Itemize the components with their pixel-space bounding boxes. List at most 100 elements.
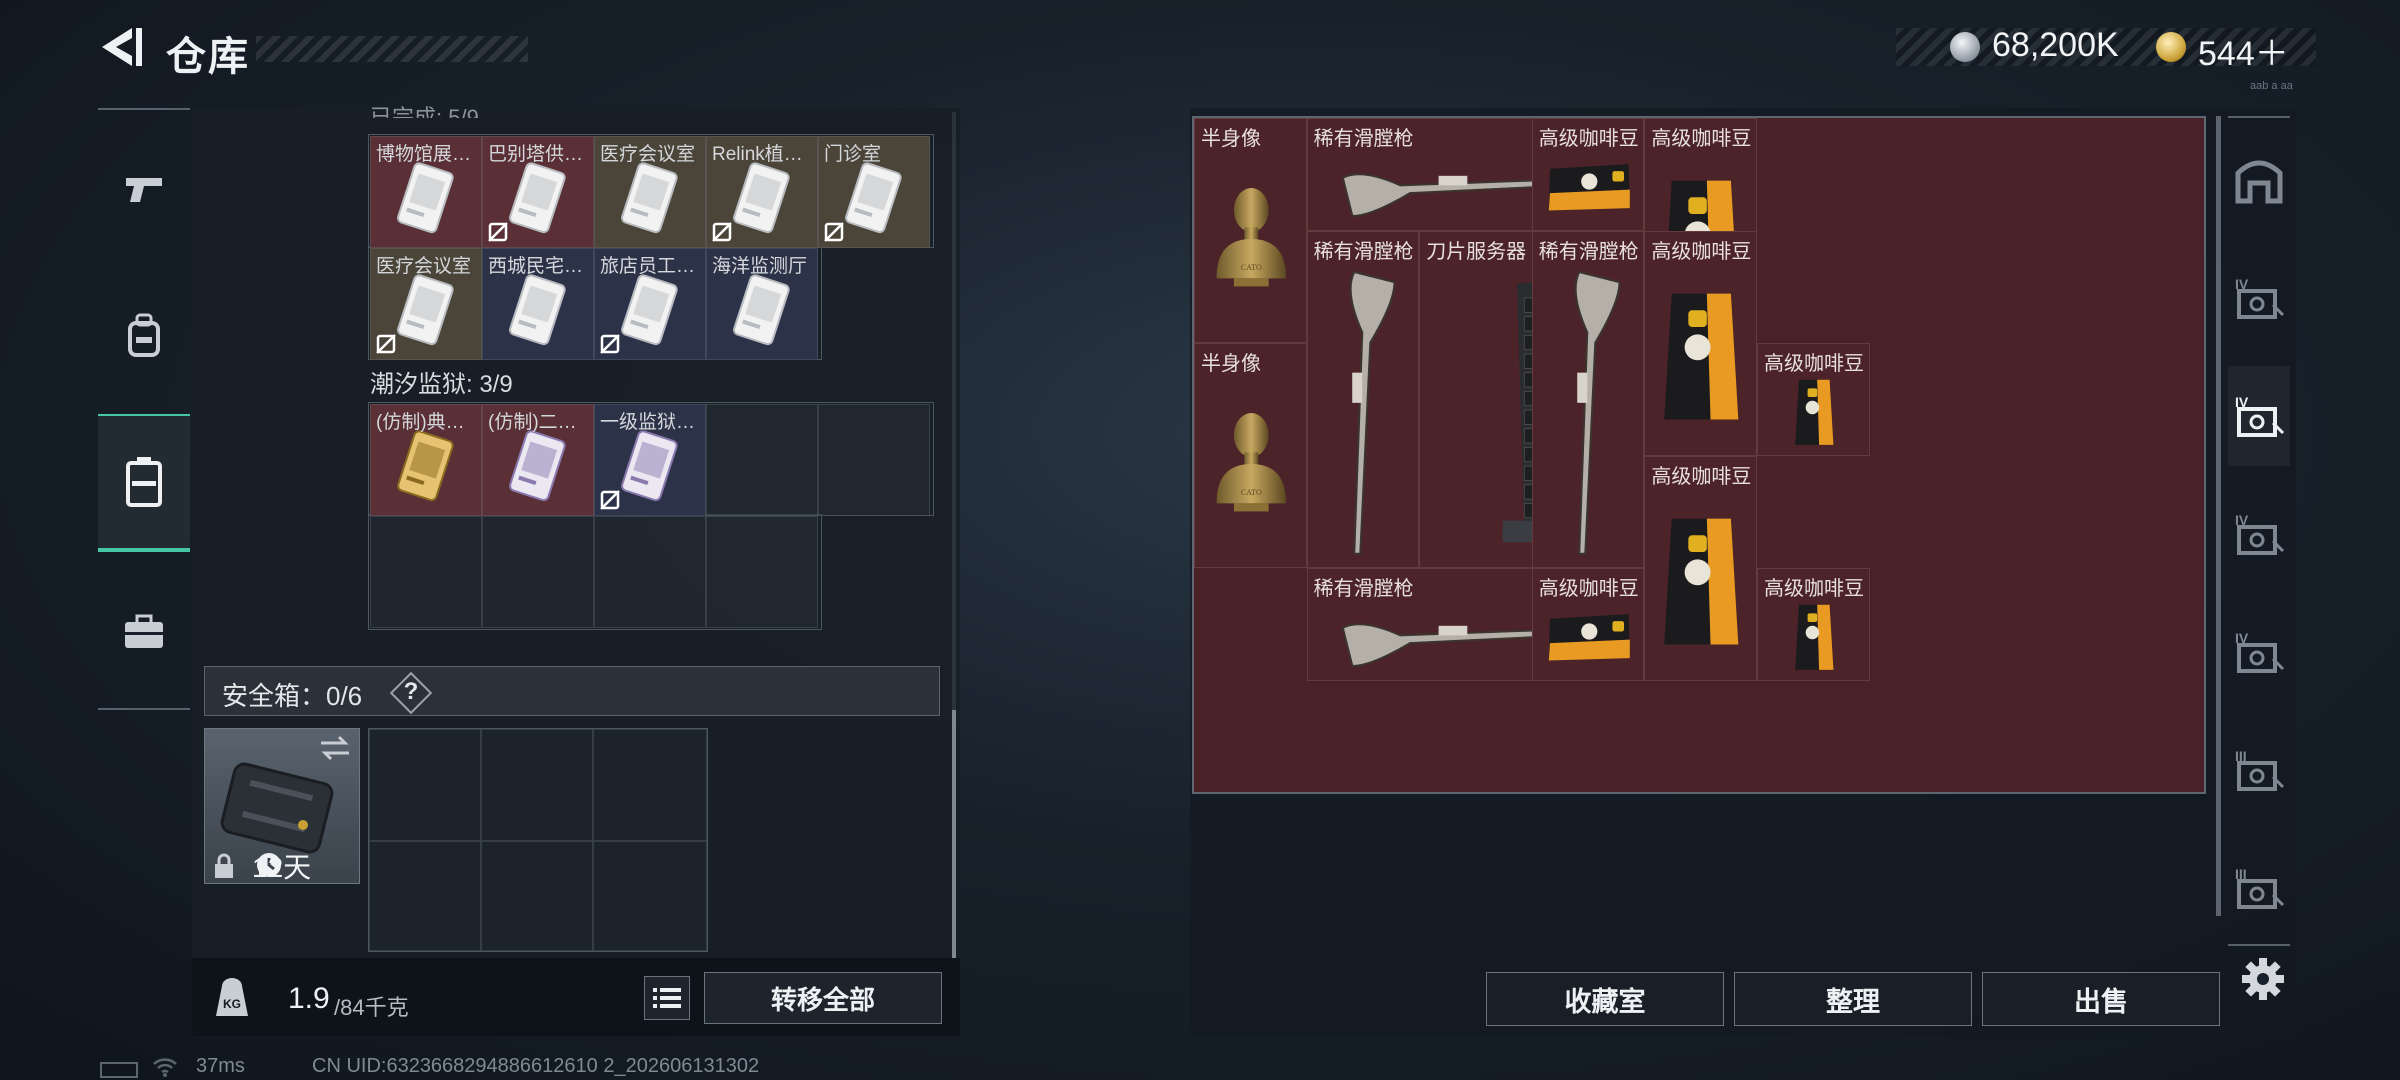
coffee-bag-icon <box>1548 614 1630 661</box>
keycard-icon <box>509 162 566 234</box>
tab-divider-bottom <box>2228 944 2290 946</box>
bust-statue-icon: CATO <box>1216 413 1287 512</box>
stash-item-coffee-v[interactable]: 高级咖啡豆 <box>1644 455 1757 681</box>
key-card-slot[interactable]: (仿制)典… <box>370 404 482 516</box>
stash-item-bust[interactable]: 半身像 CATO <box>1194 118 1307 344</box>
key-card-label: 一级监狱… <box>600 412 696 433</box>
collection-room-button[interactable]: 收藏室 <box>1486 972 1724 1026</box>
coffee-bag-icon <box>1548 164 1630 211</box>
weight-kg-icon: KG <box>216 978 248 1016</box>
safebox-slots <box>368 728 708 952</box>
key-card-slot[interactable]: 旅店员工… <box>594 248 706 360</box>
tier3-tab-b[interactable]: III <box>2228 838 2290 938</box>
stash-item-label: 稀有滑膛枪 <box>1313 240 1414 263</box>
stash-item-label: 稀有滑膛枪 <box>1538 240 1639 263</box>
gold-coin-icon <box>2156 32 2186 62</box>
safebox-slot[interactable] <box>481 841 593 951</box>
stash-item-coffee-v[interactable]: 高级咖啡豆 <box>1757 343 1870 456</box>
stash-item-label: 高级咖啡豆 <box>1538 578 1639 601</box>
backpack-icon <box>128 313 160 357</box>
help-icon[interactable]: ? <box>403 678 419 706</box>
safebox-slot[interactable] <box>369 841 481 951</box>
briefcase-icon <box>125 614 163 648</box>
list-view-button[interactable] <box>644 976 690 1020</box>
transfer-icon <box>321 735 349 761</box>
stash-item-label: 稀有滑膛枪 <box>1313 128 1414 150</box>
ping-text: 37ms <box>196 1055 245 1077</box>
weight-value: 1.9 <box>288 982 330 1015</box>
stash-item-label: 稀有滑膛枪 <box>1313 578 1414 601</box>
key-card-label: (仿制)二… <box>488 412 577 433</box>
key-card-slot[interactable]: 巴别塔供… <box>482 136 594 248</box>
safebox-slot[interactable] <box>481 729 593 841</box>
back-button[interactable] <box>96 22 146 72</box>
settings-button[interactable] <box>2238 954 2288 1004</box>
nav-gear-tab[interactable] <box>98 276 190 396</box>
key-card-label: 门诊室 <box>824 144 882 165</box>
nav-briefcase-tab[interactable] <box>98 572 190 692</box>
safebox-slot[interactable] <box>369 729 481 841</box>
stash-item-label: 半身像 <box>1201 128 1261 150</box>
tab-divider-top <box>2228 116 2290 118</box>
key-card-slot[interactable]: 海洋监测厅 <box>706 248 818 360</box>
nav-warehouse-tab[interactable] <box>98 414 190 552</box>
gold-amount[interactable]: 544＋ <box>2198 26 2289 75</box>
empty-slot[interactable] <box>370 516 482 628</box>
tier4-tab-a[interactable]: IV <box>2228 248 2290 348</box>
sell-button[interactable]: 出售 <box>1982 972 2220 1026</box>
coffee-bag-icon <box>1795 605 1834 671</box>
empty-slot[interactable] <box>482 516 594 628</box>
key-card-slot[interactable]: 门诊室 <box>818 136 930 248</box>
stash-item-label: 高级咖啡豆 <box>1651 465 1752 488</box>
safebox-slot[interactable] <box>593 841 707 951</box>
title-decoration <box>256 36 528 62</box>
key-card-slot[interactable]: 西城民宅… <box>482 248 594 360</box>
transfer-all-button[interactable]: 转移全部 <box>704 972 942 1024</box>
key-card-label: 西城民宅… <box>488 256 584 277</box>
empty-slot[interactable] <box>706 516 818 628</box>
nav-weapons-tab[interactable] <box>98 130 190 250</box>
empty-slot[interactable] <box>818 404 930 516</box>
bust-statue-icon: CATO <box>1216 188 1287 287</box>
key-card-slot[interactable]: 一级监狱… <box>594 404 706 516</box>
tier3-tab-a[interactable]: III <box>2228 720 2290 820</box>
key-card-slot[interactable]: 医疗会议室 <box>370 248 482 360</box>
key-card-slot[interactable]: Relink植… <box>706 136 818 248</box>
stash-item-bust[interactable]: 半身像 CATO <box>1194 343 1307 569</box>
stash-page-icon: III <box>2235 866 2285 909</box>
keycard-icon <box>397 430 454 502</box>
keycard-icon <box>845 162 902 234</box>
weight-capacity: /84千克 <box>334 995 409 1020</box>
stash-item-musket-v[interactable]: 稀有滑膛枪 <box>1531 230 1645 569</box>
empty-slot[interactable] <box>594 516 706 628</box>
key-card-slot[interactable]: 医疗会议室 <box>594 136 706 248</box>
stash-scrollbar[interactable] <box>2216 116 2221 916</box>
key-card-slot[interactable]: (仿制)二… <box>482 404 594 516</box>
keycard-icon <box>733 274 790 346</box>
tier4-tab-c[interactable]: IV <box>2228 484 2290 584</box>
coffee-bag-icon <box>1664 293 1739 420</box>
tier4-tab-b[interactable]: IV <box>2228 366 2290 466</box>
stash-item-coffee-v[interactable]: 高级咖啡豆 <box>1644 230 1757 456</box>
keycard-icon <box>397 274 454 346</box>
stash-item-coffee-v[interactable]: 高级咖啡豆 <box>1757 568 1870 681</box>
keycard-icon <box>621 274 678 346</box>
keycard-icon <box>509 274 566 346</box>
stash-item-musket-v[interactable]: 稀有滑膛枪 <box>1306 230 1420 569</box>
sort-button[interactable]: 整理 <box>1734 972 1972 1026</box>
stash-item-coffee-h[interactable]: 高级咖啡豆 <box>1531 568 1645 681</box>
key-card-slot[interactable]: 博物馆展… <box>370 136 482 248</box>
key-card-label: Relink植… <box>712 144 803 165</box>
no-trade-icon <box>712 222 732 242</box>
wifi-icon <box>153 1058 177 1077</box>
inventory-scrollbar-thumb[interactable] <box>952 710 956 958</box>
svg-text:KG: KG <box>223 997 241 1011</box>
empty-slot[interactable] <box>706 404 818 516</box>
stash-item-coffee-h[interactable]: 高级咖啡豆 <box>1531 118 1645 231</box>
safebox-slot[interactable] <box>593 729 707 841</box>
coffee-bag-icon <box>1664 518 1739 645</box>
home-tab[interactable] <box>2228 130 2290 230</box>
tier4-tab-d[interactable]: IV <box>2228 602 2290 702</box>
musket-icon <box>1574 270 1621 555</box>
no-trade-icon <box>376 334 396 354</box>
